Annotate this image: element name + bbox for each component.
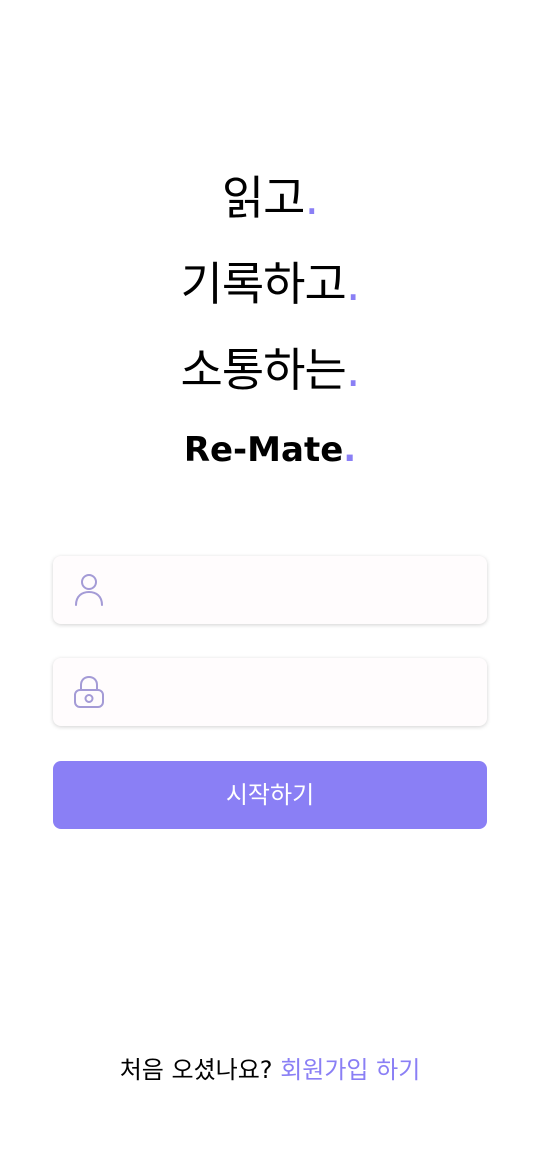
user-icon bbox=[73, 572, 105, 608]
brand-name: Re-Mate bbox=[183, 430, 344, 470]
signup-question: 처음 오셨나요? bbox=[119, 1056, 273, 1084]
signup-prompt: 처음 오셨나요? 회원가입 하기 bbox=[0, 1052, 540, 1088]
username-input[interactable] bbox=[125, 570, 469, 612]
slogan-dot: . bbox=[345, 257, 361, 311]
login-screen: 읽고. 기록하고. 소통하는. Re-Mate. 시작하기 처음 오셨나요? 회… bbox=[0, 0, 540, 1170]
password-input[interactable] bbox=[125, 672, 469, 714]
password-field[interactable] bbox=[53, 658, 487, 726]
lock-icon bbox=[73, 674, 105, 710]
username-field[interactable] bbox=[53, 556, 487, 624]
slogan-dot: . bbox=[345, 343, 361, 397]
slogan-line-read: 읽고. bbox=[0, 170, 540, 226]
brand-dot: . bbox=[343, 430, 357, 470]
slogan-line-communicate: 소통하는. bbox=[0, 342, 540, 398]
brand-logo: Re-Mate. bbox=[0, 428, 540, 472]
slogan-read-text: 읽고 bbox=[221, 171, 306, 225]
slogan-communicate-text: 소통하는 bbox=[180, 343, 347, 397]
slogan-dot: . bbox=[304, 171, 320, 225]
slogan-line-record: 기록하고. bbox=[0, 256, 540, 312]
start-button[interactable]: 시작하기 bbox=[53, 761, 487, 829]
signup-link[interactable]: 회원가입 하기 bbox=[280, 1056, 420, 1084]
slogan-record-text: 기록하고 bbox=[180, 257, 347, 311]
